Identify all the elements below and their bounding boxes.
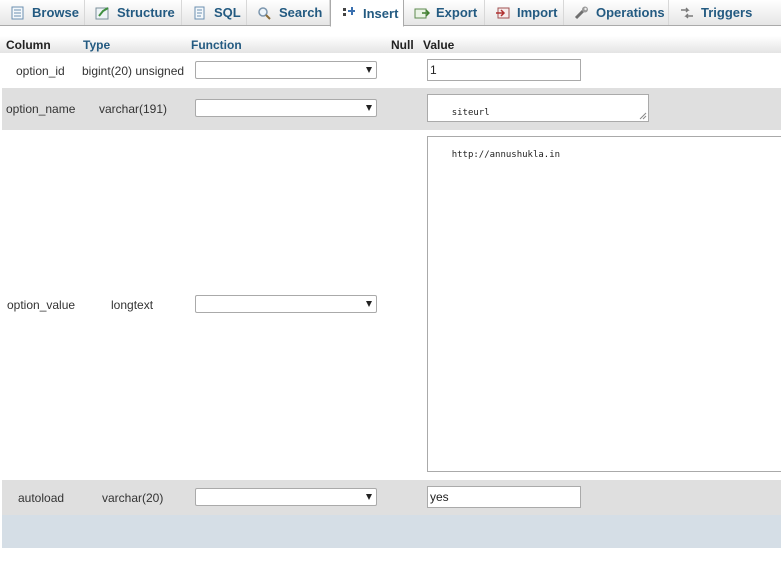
function-select[interactable] [195,295,377,313]
search-icon [257,6,273,20]
value-text: http://annushukla.in [451,150,561,160]
function-select[interactable] [195,99,377,117]
table-row: autoload varchar(20) yes [2,480,781,515]
header-function: Function [191,38,242,52]
resize-handle-icon[interactable] [639,112,647,120]
table-footer [2,515,781,548]
header-value: Value [423,38,455,52]
header-null: Null [391,38,414,52]
tab-triggers[interactable]: Triggers [669,0,781,25]
header-column: Column [6,38,51,52]
sql-icon [192,6,208,20]
function-select[interactable] [195,488,377,506]
value-input[interactable]: 1 [427,59,581,81]
export-icon [414,6,430,20]
tab-label: Search [279,5,323,20]
tab-sql[interactable]: SQL [182,0,247,25]
chevron-down-icon [366,67,372,73]
tab-label: SQL [214,5,241,20]
function-select[interactable] [195,61,377,79]
value-input[interactable]: yes [427,486,581,508]
column-name: option_name [6,102,76,116]
value-textarea[interactable]: http://annushukla.in [427,136,781,472]
insert-icon [341,6,357,20]
column-type: varchar(20) [102,491,164,505]
column-name: autoload [18,491,65,505]
value-textarea[interactable]: siteurl [427,94,649,122]
tab-insert[interactable]: Insert [330,0,404,27]
table-row: option_name varchar(191) siteurl [2,88,781,130]
tab-browse[interactable]: Browse [0,0,85,25]
header-type: Type [83,38,111,52]
chevron-down-icon [366,494,372,500]
insert-table-header: Column Type Function Null Value [0,36,781,53]
import-icon [495,6,511,20]
tab-label: Import [517,5,558,20]
tab-import[interactable]: Import [485,0,564,25]
table-tabs: Browse Structure SQL Search Insert Expor… [0,0,781,27]
tab-label: Structure [117,5,175,20]
table-row: option_id bigint(20) unsigned 1 [2,54,781,87]
structure-icon [95,6,111,20]
column-type: varchar(191) [99,102,168,116]
tab-label: Triggers [701,5,753,20]
tab-label: Export [436,5,478,20]
tab-label: Browse [32,5,79,20]
tab-structure[interactable]: Structure [85,0,182,25]
chevron-down-icon [366,105,372,111]
table-row: option_value longtext http://annushukla.… [2,131,781,479]
value-text: siteurl [451,108,490,118]
triggers-icon [679,6,695,20]
browse-icon [10,6,26,20]
tab-operations[interactable]: Operations [564,0,669,25]
tab-label: Insert [363,5,399,21]
column-type: longtext [111,298,154,312]
tab-label: Operations [596,5,665,20]
column-name: option_id [16,64,65,78]
tab-export[interactable]: Export [404,0,485,25]
tab-search[interactable]: Search [247,0,330,25]
operations-icon [574,6,590,20]
column-name: option_value [7,298,76,312]
column-type: bigint(20) unsigned [82,64,185,78]
chevron-down-icon [366,301,372,307]
